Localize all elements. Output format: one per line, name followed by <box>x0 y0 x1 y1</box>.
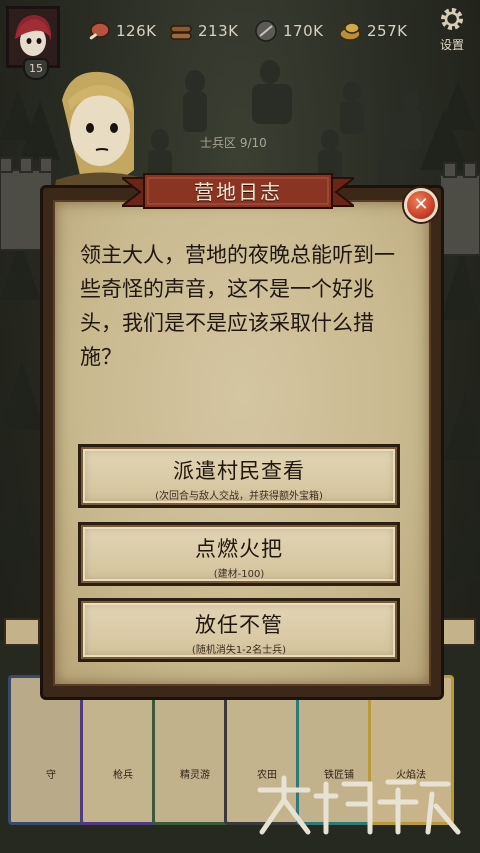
choice-note: (随机消失1-2名士兵) <box>191 645 287 656</box>
card-name: 枪兵 <box>113 770 133 781</box>
gear-icon <box>441 8 463 30</box>
wood-icon <box>170 25 192 40</box>
choice-send-villager-button[interactable]: 派遣村民查看 (次回合与敌人交战，并获得额外宝箱) <box>78 444 400 508</box>
right-side-tab <box>440 618 476 646</box>
meat-icon <box>89 22 110 40</box>
dialog-title-ribbon: 营地日志 <box>122 172 354 212</box>
watermark-logo <box>257 775 461 835</box>
resource-wood: 213K <box>168 16 238 46</box>
resource-meat-value: 126K <box>116 22 157 40</box>
soldier-area-label: 士兵区 9/10 <box>200 136 267 150</box>
choice-light-torch-button[interactable]: 点燃火把 (建材-100) <box>78 522 400 586</box>
choice-label: 放任不管 <box>195 613 283 637</box>
resource-iron: 170K <box>253 16 323 46</box>
card-name: 精灵游 <box>180 770 210 781</box>
dialog-title: 营地日志 <box>194 180 282 204</box>
dialog-message: 领主大人，营地的夜晚总能听到一些奇怪的声音，这不是一个好兆头，我们是不是应该采取… <box>80 243 395 369</box>
settings-label: 设置 <box>439 38 464 52</box>
close-button[interactable]: ✕ <box>404 188 438 222</box>
choice-note: (建材-100) <box>213 569 265 580</box>
choice-ignore-button[interactable]: 放任不管 (随机消失1-2名士兵) <box>78 598 400 662</box>
iron-icon <box>255 20 277 42</box>
close-icon: ✕ <box>413 194 429 215</box>
left-side-tab <box>4 618 40 646</box>
gold-icon <box>339 22 361 41</box>
card-name: 守 <box>46 770 56 781</box>
resource-gold-value: 257K <box>367 22 408 40</box>
resource-bar: 15 126K 213K 170K 257K 设置 <box>0 0 480 80</box>
resource-wood-value: 213K <box>198 22 239 40</box>
settings-button[interactable]: 设置 <box>428 4 476 58</box>
player-level-badge: 15 <box>23 58 49 80</box>
resource-meat: 126K <box>86 16 156 46</box>
choice-note: (次回合与敌人交战，并获得额外宝箱) <box>155 491 323 502</box>
choice-label: 派遣村民查看 <box>173 459 305 483</box>
resource-iron-value: 170K <box>283 22 324 40</box>
resource-gold: 257K <box>337 16 407 46</box>
choice-label: 点燃火把 <box>195 537 283 561</box>
